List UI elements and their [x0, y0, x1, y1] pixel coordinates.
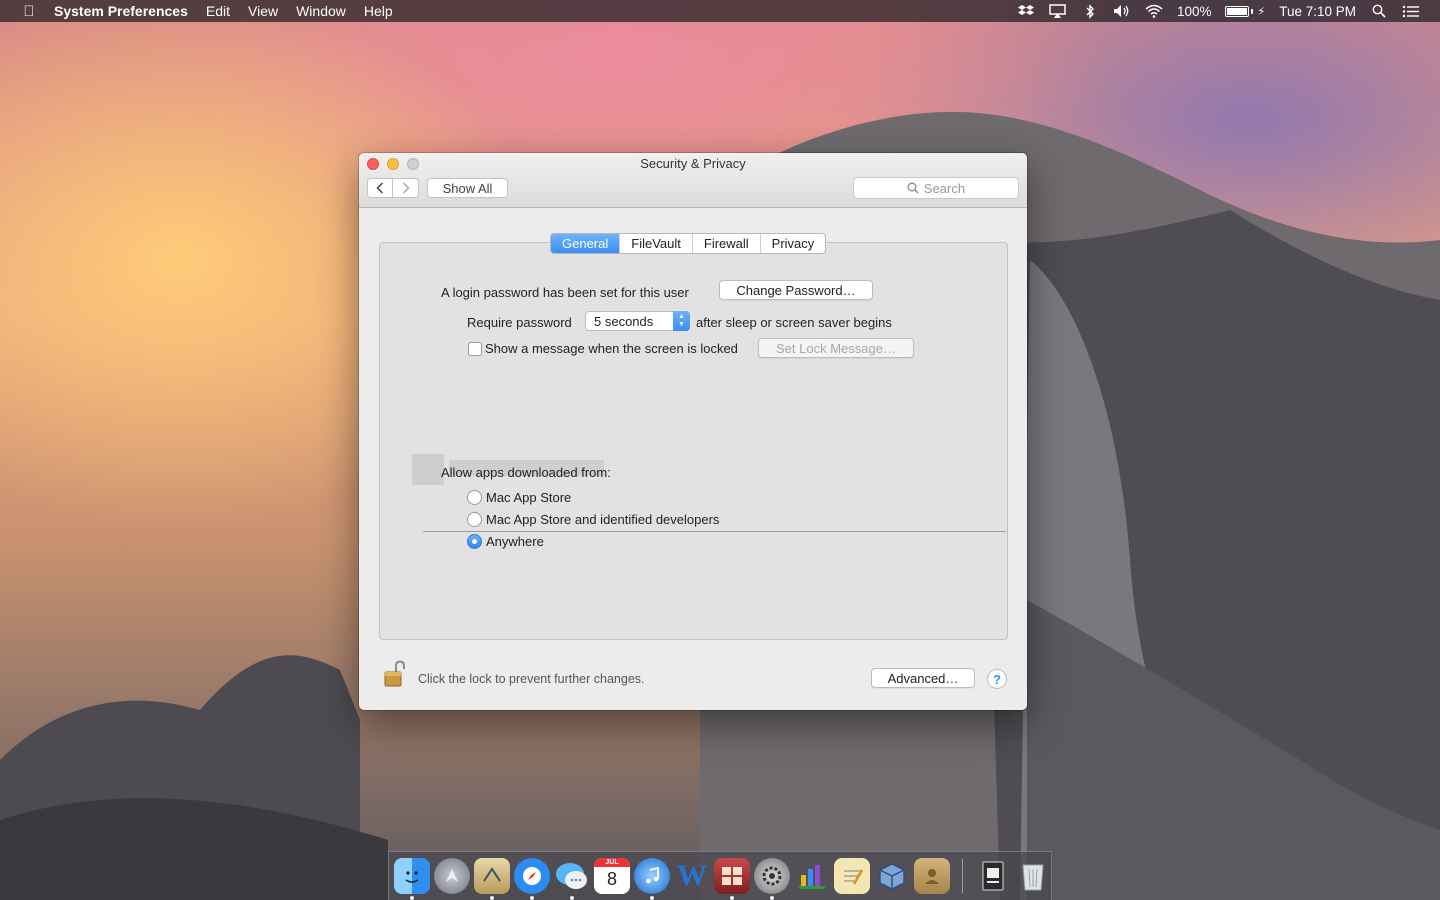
show-message-label[interactable]: Show a message when the screen is locked [485, 341, 738, 356]
allow-apps-label: Allow apps downloaded from: [441, 465, 611, 480]
search-field[interactable]: Search [853, 177, 1019, 199]
menu-help[interactable]: Help [364, 3, 393, 19]
change-password-button[interactable]: Change Password… [719, 280, 873, 300]
word-icon[interactable]: W [674, 858, 710, 894]
virtualbox-icon[interactable] [874, 858, 910, 894]
chevron-left-icon [376, 182, 384, 194]
search-placeholder: Search [923, 180, 966, 196]
chevron-right-icon [402, 182, 410, 194]
airplay-icon[interactable] [1049, 3, 1067, 19]
battery-icon[interactable]: ⚡ [1225, 5, 1265, 18]
menu-window[interactable]: Window [296, 3, 346, 19]
wifi-icon[interactable] [1145, 3, 1163, 19]
lock-hint-text: Click the lock to prevent further change… [418, 672, 645, 686]
tab-bar: General FileVault Firewall Privacy [550, 233, 827, 254]
help-button[interactable]: ? [987, 669, 1007, 689]
loading-placeholder-icon [412, 454, 444, 485]
forward-button[interactable] [393, 178, 419, 198]
menu-bar:  System Preferences Edit View Window He… [0, 0, 1440, 22]
tab-filevault[interactable]: FileVault [620, 234, 693, 253]
show-message-checkbox[interactable] [468, 342, 482, 356]
advanced-button[interactable]: Advanced… [871, 668, 975, 688]
calendar-icon[interactable]: JUL 8 [594, 858, 630, 894]
tab-firewall[interactable]: Firewall [693, 234, 761, 253]
tab-privacy[interactable]: Privacy [761, 234, 826, 253]
set-lock-message-button[interactable]: Set Lock Message… [758, 338, 914, 358]
downloads-stack-icon[interactable] [975, 858, 1011, 894]
bluetooth-icon[interactable] [1081, 3, 1099, 19]
dock: JUL 8 W [388, 851, 1052, 900]
tab-general[interactable]: General [551, 234, 621, 253]
menu-view[interactable]: View [248, 3, 278, 19]
show-all-button[interactable]: Show All [427, 178, 508, 198]
launchpad-icon[interactable] [434, 858, 470, 894]
app-menu[interactable]: System Preferences [54, 3, 188, 19]
menubar-clock[interactable]: Tue 7:10 PM [1279, 4, 1356, 19]
system-preferences-icon[interactable] [754, 858, 790, 900]
text-editor-icon[interactable] [834, 858, 870, 894]
radio-anywhere[interactable] [467, 534, 482, 549]
spotlight-icon[interactable] [1370, 3, 1388, 19]
unlocked-padlock-icon[interactable] [384, 660, 406, 688]
itunes-icon[interactable] [634, 858, 670, 900]
mail-stamp-icon[interactable] [474, 858, 510, 900]
radio-identified-developers[interactable] [467, 512, 482, 527]
window-toolbar: Security & Privacy Show All Search [359, 153, 1027, 208]
back-button[interactable] [367, 178, 393, 198]
section-divider [423, 531, 1006, 532]
radio-mac-app-store[interactable] [467, 490, 482, 505]
finder-icon[interactable] [394, 858, 430, 900]
dock-separator [962, 859, 963, 893]
require-password-label: Require password [467, 315, 572, 330]
radio-label-identified-developers[interactable]: Mac App Store and identified developers [486, 512, 719, 527]
popup-arrows-icon: ▲ ▼ [673, 311, 690, 331]
battery-percent: 100% [1176, 3, 1212, 19]
window-title: Security & Privacy [640, 156, 746, 171]
contacts-icon[interactable] [914, 858, 950, 894]
require-password-suffix: after sleep or screen saver begins [696, 315, 892, 330]
radio-label-anywhere[interactable]: Anywhere [486, 534, 544, 549]
require-password-value: 5 seconds [594, 313, 654, 329]
security-privacy-window: Security & Privacy Show All Search A log… [359, 153, 1027, 710]
safari-icon[interactable] [514, 858, 550, 900]
menu-edit[interactable]: Edit [206, 3, 230, 19]
notification-center-icon[interactable] [1402, 3, 1420, 19]
radio-label-mac-app-store[interactable]: Mac App Store [486, 490, 571, 505]
trash-icon[interactable] [1015, 858, 1051, 894]
apple-menu-icon[interactable]:  [18, 3, 40, 20]
dropbox-icon[interactable] [1017, 3, 1035, 19]
login-password-text: A login password has been set for this u… [441, 285, 689, 300]
require-password-popup[interactable]: 5 seconds ▲ ▼ [585, 311, 690, 331]
calendar-day: 8 [606, 869, 617, 889]
keynote-icon[interactable] [794, 858, 830, 894]
search-icon [907, 182, 919, 194]
volume-icon[interactable] [1113, 3, 1131, 19]
messages-icon[interactable] [554, 858, 590, 900]
photo-booth-icon[interactable] [714, 858, 750, 900]
calendar-month: JUL [594, 858, 630, 867]
general-panel: A login password has been set for this u… [379, 242, 1008, 640]
